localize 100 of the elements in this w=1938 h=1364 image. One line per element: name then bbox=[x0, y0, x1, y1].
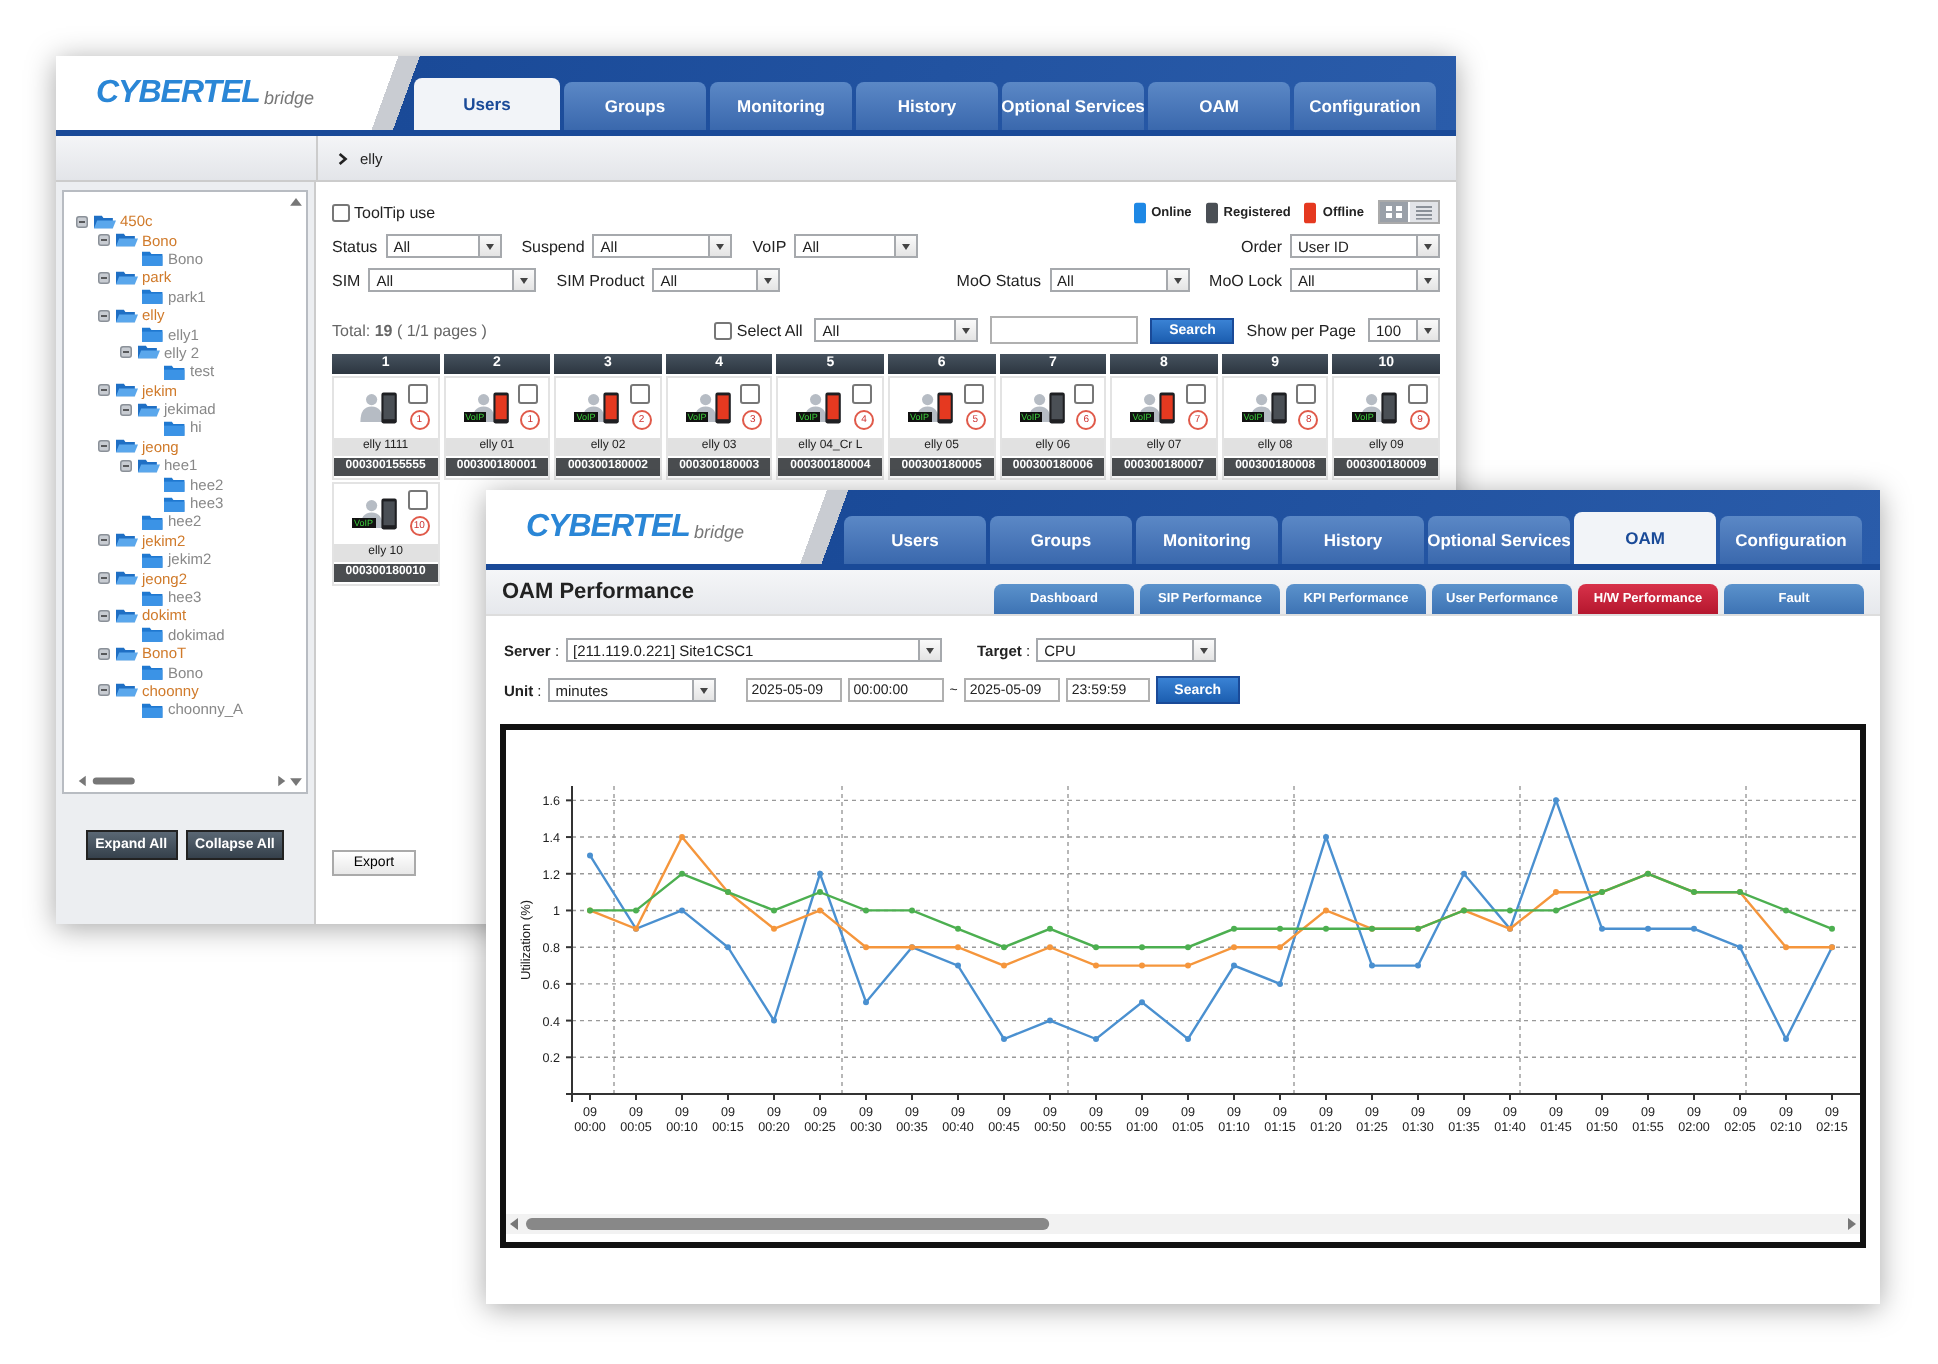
open-folder-icon bbox=[116, 607, 138, 624]
point bbox=[725, 944, 731, 951]
collapse-toggle-icon[interactable] bbox=[120, 403, 132, 416]
nav-tab[interactable]: Groups bbox=[990, 516, 1132, 564]
collapse-toggle-icon[interactable] bbox=[98, 234, 110, 247]
logo-text: CYBERTEL bridge bbox=[94, 73, 316, 113]
collapse-toggle-icon[interactable] bbox=[98, 609, 110, 622]
point bbox=[1185, 944, 1191, 951]
folder-icon bbox=[142, 589, 164, 605]
list-view-icon[interactable] bbox=[1410, 202, 1438, 222]
collapse-toggle-icon[interactable] bbox=[120, 346, 132, 359]
nav-tab[interactable]: History bbox=[1282, 516, 1424, 564]
filter-label: MoO Lock bbox=[1209, 271, 1282, 289]
point bbox=[1185, 962, 1191, 969]
nav-tab[interactable]: OAM bbox=[1148, 82, 1290, 130]
point bbox=[1737, 944, 1743, 951]
point bbox=[1415, 962, 1421, 969]
checkbox[interactable] bbox=[851, 384, 872, 404]
checkbox[interactable] bbox=[1296, 384, 1317, 404]
logo-text: CYBERTEL bridge bbox=[524, 507, 746, 547]
page-title: OAM Performance bbox=[502, 580, 694, 604]
collapse-toggle-icon[interactable] bbox=[98, 647, 110, 660]
point bbox=[679, 907, 685, 914]
open-folder-icon bbox=[116, 645, 138, 662]
vertical-scrollbar[interactable] bbox=[288, 196, 304, 788]
collapse-toggle-icon[interactable] bbox=[98, 271, 110, 284]
collapse-toggle-icon[interactable] bbox=[98, 440, 110, 453]
nav-tab[interactable]: Monitoring bbox=[710, 82, 852, 130]
checkbox[interactable] bbox=[740, 384, 761, 404]
point bbox=[1231, 925, 1237, 932]
open-folder-icon bbox=[116, 307, 138, 324]
nav-tab[interactable]: Configuration bbox=[1720, 516, 1862, 564]
filter-label: SIM Product bbox=[556, 271, 645, 289]
point bbox=[1047, 1017, 1053, 1024]
point bbox=[1645, 925, 1651, 932]
nav-tab[interactable]: Users bbox=[844, 516, 986, 564]
nav-tab[interactable]: Configuration bbox=[1294, 82, 1436, 130]
checkbox[interactable] bbox=[629, 384, 650, 404]
folder-icon bbox=[142, 326, 164, 343]
collapse-toggle-icon[interactable] bbox=[98, 309, 110, 322]
open-folder-icon bbox=[116, 438, 138, 455]
checkbox[interactable] bbox=[518, 384, 539, 404]
point bbox=[1093, 944, 1099, 951]
point bbox=[1139, 999, 1145, 1006]
point bbox=[1001, 944, 1007, 951]
nav-tab[interactable]: Optional Services bbox=[1002, 82, 1144, 130]
open-folder-icon bbox=[116, 570, 138, 587]
point bbox=[633, 907, 639, 914]
nav-tab[interactable]: History bbox=[856, 82, 998, 130]
point bbox=[955, 944, 961, 951]
point bbox=[863, 999, 869, 1006]
grid-view-icon[interactable] bbox=[1380, 202, 1408, 222]
checkbox[interactable] bbox=[714, 321, 733, 339]
point bbox=[1553, 907, 1559, 914]
point bbox=[863, 907, 869, 914]
collapse-toggle-icon[interactable] bbox=[98, 684, 110, 697]
collapse-toggle-icon[interactable] bbox=[98, 384, 110, 397]
open-folder-icon bbox=[116, 682, 138, 699]
open-folder-icon bbox=[138, 401, 160, 418]
nav-tab[interactable]: Monitoring bbox=[1136, 516, 1278, 564]
point bbox=[1277, 944, 1283, 951]
checkbox[interactable] bbox=[1185, 384, 1206, 404]
nav-tab[interactable]: Optional Services bbox=[1428, 516, 1570, 564]
open-folder-icon bbox=[138, 344, 160, 361]
folder-icon bbox=[142, 551, 164, 568]
folder-icon bbox=[142, 664, 164, 681]
checkbox[interactable] bbox=[1074, 384, 1095, 404]
total-count: Total: 19 ( 1/1 pages ) bbox=[332, 321, 487, 339]
filter-label: SIM bbox=[332, 271, 361, 289]
point bbox=[1783, 907, 1789, 914]
collapse-toggle-icon[interactable] bbox=[98, 572, 110, 585]
point bbox=[863, 944, 869, 951]
folder-icon bbox=[142, 250, 164, 267]
point bbox=[1599, 925, 1605, 932]
point bbox=[1323, 925, 1329, 932]
checkbox[interactable] bbox=[332, 203, 350, 221]
collapse-toggle-icon[interactable] bbox=[76, 215, 88, 228]
point bbox=[1691, 925, 1697, 932]
checkbox-label: Select All bbox=[736, 321, 803, 339]
horizontal-scrollbar[interactable] bbox=[506, 1214, 1860, 1234]
collapse-toggle-icon[interactable] bbox=[98, 534, 110, 547]
folder-icon bbox=[164, 476, 186, 493]
nav-tab[interactable]: Groups bbox=[564, 82, 706, 130]
point bbox=[1507, 907, 1513, 914]
search-field[interactable] bbox=[990, 316, 1139, 344]
filter-label: MoO Status bbox=[956, 271, 1042, 289]
checkbox[interactable] bbox=[407, 490, 428, 510]
point bbox=[1139, 962, 1145, 969]
checkbox[interactable] bbox=[963, 384, 984, 404]
point bbox=[587, 852, 593, 859]
checkbox[interactable] bbox=[1407, 384, 1428, 404]
collapse-toggle-icon[interactable] bbox=[120, 459, 132, 472]
per-page-label: Show per Page bbox=[1246, 321, 1356, 339]
point bbox=[1231, 944, 1237, 951]
nav-tab[interactable]: OAM bbox=[1574, 512, 1716, 564]
point bbox=[1047, 944, 1053, 951]
nav-tab[interactable]: Users bbox=[414, 78, 560, 130]
folder-icon bbox=[142, 288, 164, 305]
checkbox[interactable] bbox=[407, 384, 428, 404]
open-folder-icon bbox=[116, 382, 138, 399]
